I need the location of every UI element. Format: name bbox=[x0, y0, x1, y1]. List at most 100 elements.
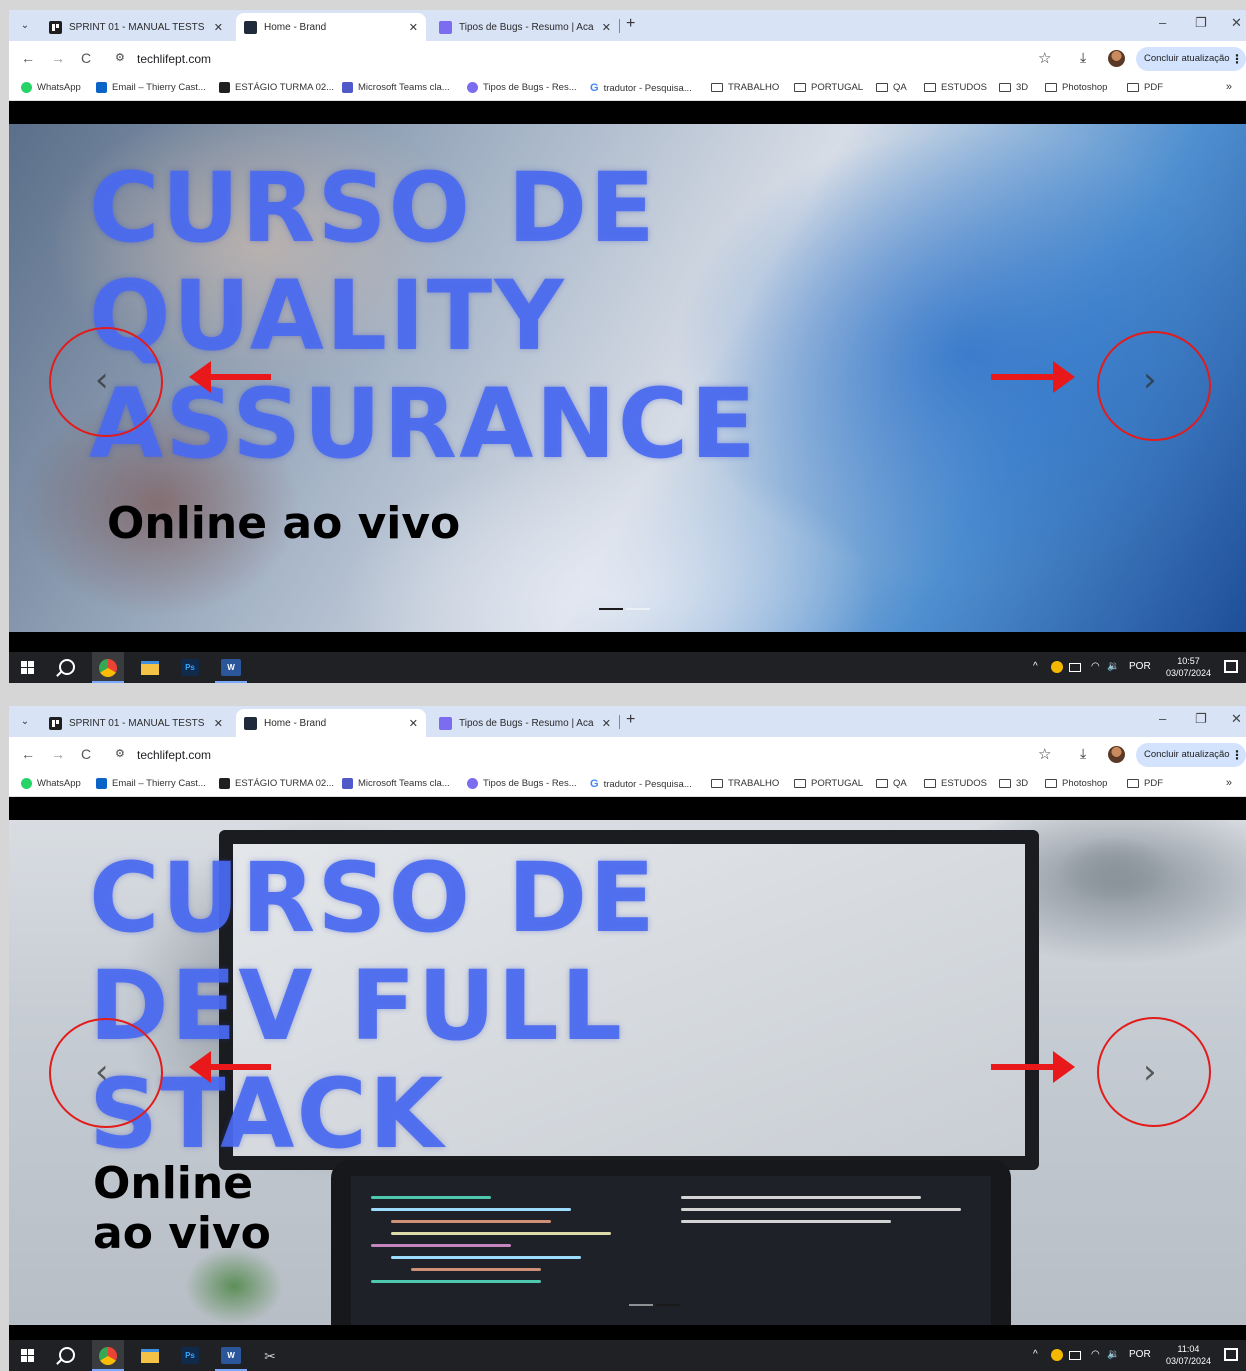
bookmark-tradutor[interactable]: Gtradutor - Pesquisa... bbox=[590, 778, 692, 790]
tray-chevron-icon[interactable]: ^ bbox=[1033, 1349, 1038, 1360]
bookmark-estagio[interactable]: ESTÁGIO TURMA 02... bbox=[219, 778, 334, 789]
url-input[interactable]: ⚙ techlifept.com bbox=[107, 742, 1127, 768]
tab-search-menu[interactable]: ⌄ bbox=[14, 712, 36, 732]
site-info-icon[interactable]: ⚙ bbox=[115, 747, 125, 760]
menu-dots-icon[interactable]: ⋮ bbox=[1231, 47, 1243, 71]
bookmark-folder-qa[interactable]: QA bbox=[876, 778, 907, 789]
profile-avatar[interactable] bbox=[1108, 50, 1125, 67]
back-button[interactable]: ← bbox=[21, 746, 35, 762]
bookmark-folder-photoshop[interactable]: Photoshop bbox=[1045, 82, 1107, 93]
carousel-indicator-2[interactable] bbox=[626, 608, 650, 610]
windows-start-icon[interactable] bbox=[21, 1349, 34, 1362]
close-icon[interactable]: ✕ bbox=[602, 717, 611, 730]
bookmark-email[interactable]: Email – Thierry Cast... bbox=[96, 778, 206, 789]
bookmark-star-icon[interactable]: ☆ bbox=[1038, 745, 1051, 763]
minimize-button[interactable]: – bbox=[1159, 711, 1166, 726]
battery-icon[interactable] bbox=[1069, 663, 1081, 672]
norton-tray-icon[interactable] bbox=[1051, 1349, 1063, 1361]
wifi-icon[interactable]: ◠ bbox=[1091, 1349, 1100, 1360]
bookmark-folder-portugal[interactable]: PORTUGAL bbox=[794, 82, 863, 93]
reload-button[interactable]: C bbox=[81, 746, 91, 762]
bookmark-teams[interactable]: Microsoft Teams cla... bbox=[342, 82, 450, 93]
tray-chevron-icon[interactable]: ^ bbox=[1033, 661, 1038, 672]
tab-home-brand[interactable]: Home - Brand ✕ bbox=[236, 13, 426, 41]
bookmark-folder-trabalho[interactable]: TRABALHO bbox=[711, 778, 779, 789]
close-icon[interactable]: ✕ bbox=[409, 717, 418, 730]
norton-tray-icon[interactable] bbox=[1051, 661, 1063, 673]
system-clock[interactable]: 11:04 03/07/2024 bbox=[1166, 1343, 1211, 1367]
restore-button[interactable]: ❐ bbox=[1195, 15, 1207, 31]
bookmark-folder-trabalho[interactable]: TRABALHO bbox=[711, 82, 779, 93]
carousel-indicator-1[interactable] bbox=[599, 608, 623, 610]
carousel-indicator-1[interactable] bbox=[629, 1304, 653, 1306]
bookmark-folder-pdf[interactable]: PDF bbox=[1127, 82, 1163, 93]
file-explorer-icon[interactable] bbox=[141, 661, 159, 675]
bookmark-folder-portugal[interactable]: PORTUGAL bbox=[794, 778, 863, 789]
chrome-icon[interactable] bbox=[99, 659, 117, 677]
chrome-icon[interactable] bbox=[99, 1347, 117, 1365]
carousel-indicator-2[interactable] bbox=[656, 1304, 680, 1306]
restore-button[interactable]: ❐ bbox=[1195, 711, 1207, 727]
bookmark-folder-estudos[interactable]: ESTUDOS bbox=[924, 82, 987, 93]
bookmark-teams[interactable]: Microsoft Teams cla... bbox=[342, 778, 450, 789]
profile-avatar[interactable] bbox=[1108, 746, 1125, 763]
back-button[interactable]: ← bbox=[21, 50, 35, 66]
notification-icon[interactable] bbox=[1224, 660, 1238, 673]
photoshop-icon[interactable]: Ps bbox=[181, 1347, 199, 1364]
close-window-button[interactable]: ✕ bbox=[1231, 711, 1242, 727]
bookmark-folder-3d[interactable]: 3D bbox=[999, 82, 1028, 93]
new-tab-button[interactable]: + bbox=[626, 711, 635, 729]
search-icon[interactable] bbox=[59, 1347, 75, 1363]
word-icon[interactable]: W bbox=[221, 659, 241, 676]
volume-icon[interactable]: 🔉 bbox=[1107, 1349, 1119, 1360]
word-icon[interactable]: W bbox=[221, 1347, 241, 1364]
bookmark-whatsapp[interactable]: WhatsApp bbox=[21, 778, 81, 789]
tab-tipos-de-bugs[interactable]: Tipos de Bugs - Resumo | Acad ✕ bbox=[431, 13, 619, 41]
bookmark-estagio[interactable]: ESTÁGIO TURMA 02... bbox=[219, 82, 334, 93]
minimize-button[interactable]: – bbox=[1159, 15, 1166, 30]
bookmark-tipos-bugs[interactable]: Tipos de Bugs - Res... bbox=[467, 778, 577, 789]
wifi-icon[interactable]: ◠ bbox=[1091, 661, 1100, 672]
photoshop-icon[interactable]: Ps bbox=[181, 659, 199, 676]
download-icon[interactable]: ⤓ bbox=[1080, 745, 1086, 762]
bookmark-folder-estudos[interactable]: ESTUDOS bbox=[924, 778, 987, 789]
url-input[interactable]: ⚙ techlifept.com bbox=[107, 46, 1127, 72]
more-bookmarks-icon[interactable]: » bbox=[1226, 81, 1232, 93]
bookmark-folder-photoshop[interactable]: Photoshop bbox=[1045, 778, 1107, 789]
bookmark-whatsapp[interactable]: WhatsApp bbox=[21, 82, 81, 93]
system-clock[interactable]: 10:57 03/07/2024 bbox=[1166, 655, 1211, 679]
tab-home-brand[interactable]: Home - Brand ✕ bbox=[236, 709, 426, 737]
windows-start-icon[interactable] bbox=[21, 661, 34, 674]
bookmark-tipos-bugs[interactable]: Tipos de Bugs - Res... bbox=[467, 82, 577, 93]
tab-sprint[interactable]: SPRINT 01 - MANUAL TESTS em ✕ bbox=[41, 13, 231, 41]
close-icon[interactable]: ✕ bbox=[602, 21, 611, 34]
forward-button[interactable]: → bbox=[51, 746, 65, 762]
bookmark-tradutor[interactable]: Gtradutor - Pesquisa... bbox=[590, 82, 692, 94]
bookmark-star-icon[interactable]: ☆ bbox=[1038, 49, 1051, 67]
notification-icon[interactable] bbox=[1224, 1348, 1238, 1361]
reload-button[interactable]: C bbox=[81, 50, 91, 66]
language-indicator[interactable]: POR bbox=[1129, 1349, 1151, 1360]
snipping-tool-icon[interactable]: ✂ bbox=[261, 1348, 279, 1364]
close-icon[interactable]: ✕ bbox=[214, 21, 223, 34]
battery-icon[interactable] bbox=[1069, 1351, 1081, 1360]
close-window-button[interactable]: ✕ bbox=[1231, 15, 1242, 31]
close-icon[interactable]: ✕ bbox=[409, 21, 418, 34]
volume-icon[interactable]: 🔉 bbox=[1107, 661, 1119, 672]
file-explorer-icon[interactable] bbox=[141, 1349, 159, 1363]
bookmark-folder-3d[interactable]: 3D bbox=[999, 778, 1028, 789]
bookmark-folder-pdf[interactable]: PDF bbox=[1127, 778, 1163, 789]
tab-tipos-de-bugs[interactable]: Tipos de Bugs - Resumo | Acad ✕ bbox=[431, 709, 619, 737]
update-button[interactable]: Concluir atualização ⋮ bbox=[1136, 743, 1246, 767]
language-indicator[interactable]: POR bbox=[1129, 661, 1151, 672]
search-icon[interactable] bbox=[59, 659, 75, 675]
close-icon[interactable]: ✕ bbox=[214, 717, 223, 730]
bookmark-folder-qa[interactable]: QA bbox=[876, 82, 907, 93]
update-button[interactable]: Concluir atualização ⋮ bbox=[1136, 47, 1246, 71]
forward-button[interactable]: → bbox=[51, 50, 65, 66]
more-bookmarks-icon[interactable]: » bbox=[1226, 777, 1232, 789]
tab-sprint[interactable]: SPRINT 01 - MANUAL TESTS em ✕ bbox=[41, 709, 231, 737]
new-tab-button[interactable]: + bbox=[626, 15, 635, 33]
site-info-icon[interactable]: ⚙ bbox=[115, 51, 125, 64]
download-icon[interactable]: ⤓ bbox=[1080, 49, 1086, 66]
